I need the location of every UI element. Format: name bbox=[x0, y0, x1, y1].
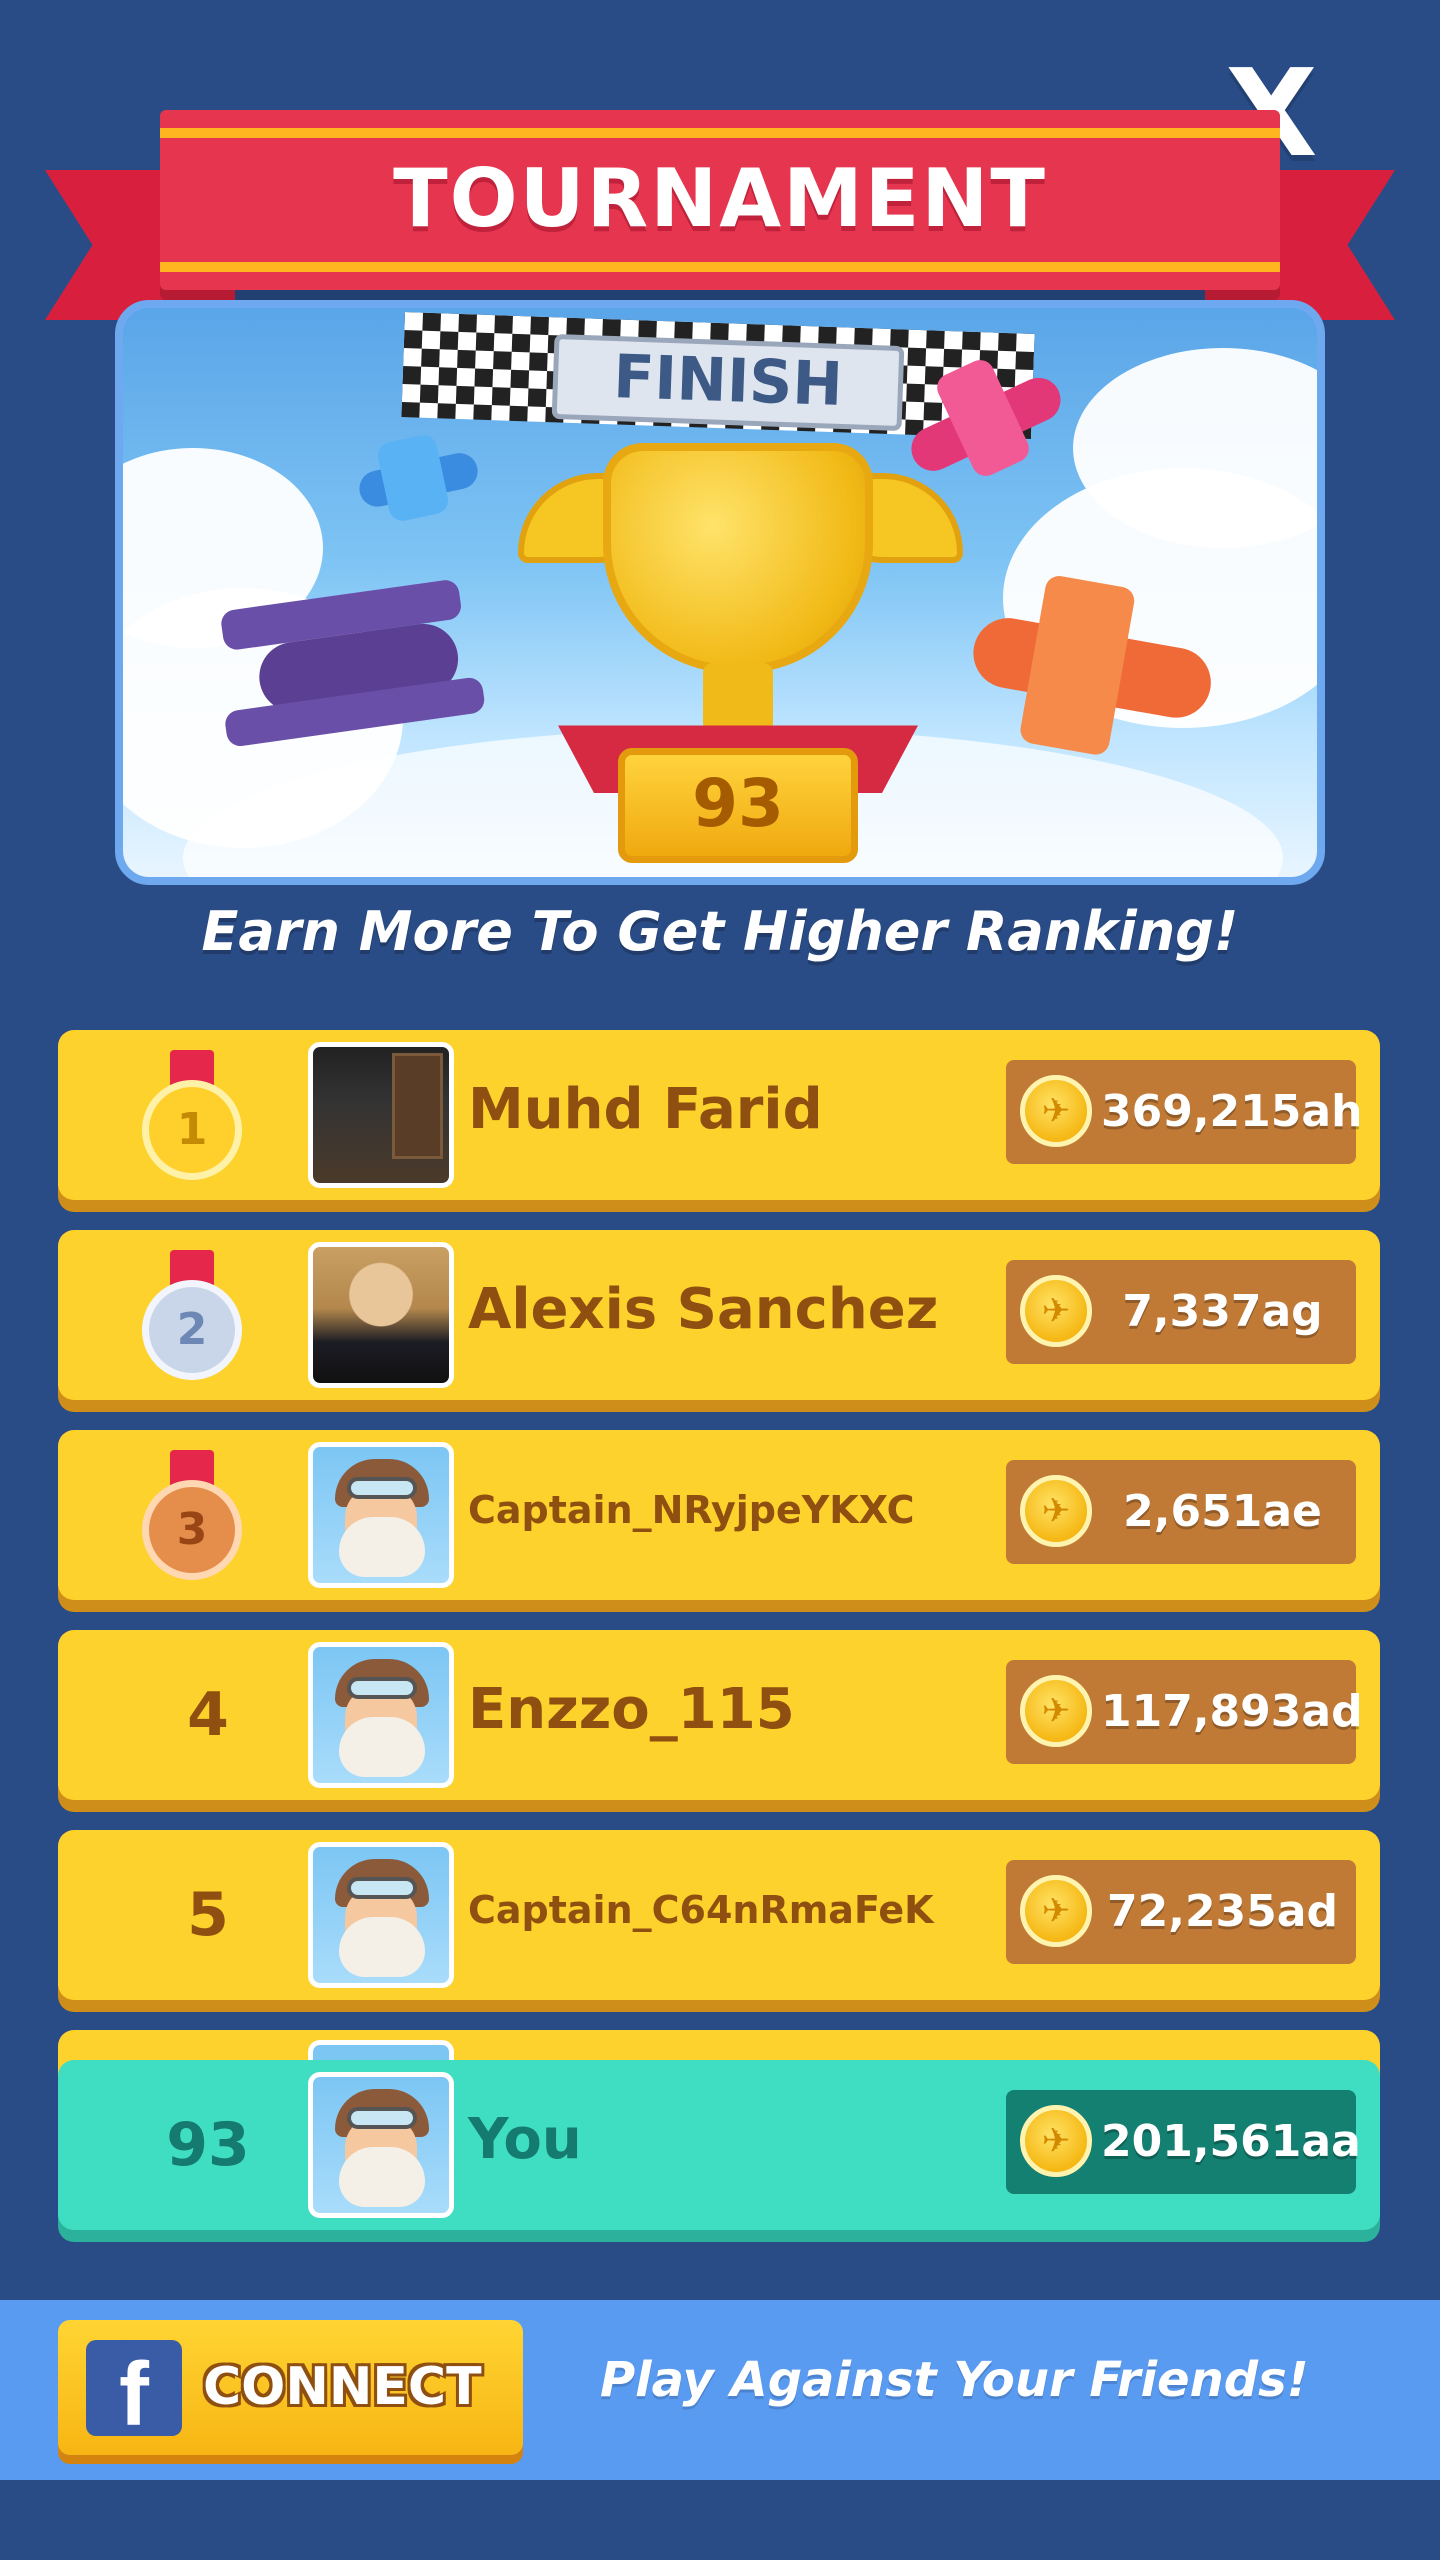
rank-number: 4 bbox=[187, 1680, 229, 1750]
connect-label: CONNECT bbox=[203, 2357, 482, 2417]
player-name: Captain_NRyjpeYKXC bbox=[468, 1488, 915, 1532]
coin-icon: ✈ bbox=[1020, 2105, 1092, 2177]
coin-icon: ✈ bbox=[1020, 1875, 1092, 1947]
avatar bbox=[308, 1242, 454, 1388]
blue-plane-icon bbox=[330, 418, 495, 537]
score-value: 7,337ag bbox=[1122, 1286, 1323, 1337]
player-name: Captain_C64nRmaFeK bbox=[468, 1888, 934, 1932]
facebook-connect-button[interactable]: f CONNECT bbox=[58, 2320, 523, 2455]
score-badge: ✈ 72,235ad bbox=[1006, 1860, 1356, 1964]
coin-icon: ✈ bbox=[1020, 1075, 1092, 1147]
avatar bbox=[308, 1442, 454, 1588]
player-name: Muhd Farid bbox=[468, 1077, 823, 1142]
avatar bbox=[308, 2072, 454, 2218]
finish-label: FINISH bbox=[551, 333, 905, 432]
silver-medal-icon: 2 bbox=[142, 1250, 242, 1380]
score-badge: ✈ 369,215ah bbox=[1006, 1060, 1363, 1164]
score-value: 201,561aa bbox=[1101, 2116, 1361, 2167]
score-badge: ✈ 7,337ag bbox=[1006, 1260, 1356, 1364]
your-rank-row[interactable]: 93 You ✈ 201,561aa bbox=[58, 2060, 1380, 2230]
facebook-icon: f bbox=[86, 2340, 182, 2436]
coin-icon: ✈ bbox=[1020, 1475, 1092, 1547]
player-name: Enzzo_115 bbox=[468, 1677, 795, 1742]
score-badge: ✈ 2,651ae bbox=[1006, 1460, 1356, 1564]
leaderboard-row[interactable]: 3 Captain_NRyjpeYKXC ✈ 2,651ae bbox=[58, 1430, 1380, 1600]
player-name: Alexis Sanchez bbox=[468, 1277, 939, 1342]
purple-biplane-icon bbox=[207, 554, 509, 771]
friends-prompt: Play Against Your Friends! bbox=[600, 2352, 1309, 2408]
trophy-icon bbox=[603, 443, 873, 673]
rank-number: 5 bbox=[187, 1880, 229, 1950]
footer-bar: f CONNECT Play Against Your Friends! bbox=[0, 2300, 1440, 2480]
score-badge: ✈ 117,893ad bbox=[1006, 1660, 1363, 1764]
tournament-illustration: FINISH 93 bbox=[115, 300, 1325, 885]
score-value: 117,893ad bbox=[1101, 1686, 1363, 1737]
bronze-medal-icon: 3 bbox=[142, 1450, 242, 1580]
score-value: 72,235ad bbox=[1107, 1886, 1338, 1937]
page-title: TOURNAMENT bbox=[393, 152, 1047, 245]
avatar bbox=[308, 1642, 454, 1788]
leaderboard-row[interactable]: 1 Muhd Farid ✈ 369,215ah bbox=[58, 1030, 1380, 1200]
coin-icon: ✈ bbox=[1020, 1675, 1092, 1747]
ribbon: TOURNAMENT bbox=[160, 110, 1280, 290]
score-badge: ✈ 201,561aa bbox=[1006, 2090, 1361, 2194]
rank-number: 93 bbox=[166, 2110, 250, 2180]
avatar bbox=[308, 1842, 454, 1988]
trophy-rank-plaque: 93 bbox=[618, 748, 858, 863]
avatar bbox=[308, 1042, 454, 1188]
player-name: You bbox=[468, 2107, 582, 2172]
leaderboard-row[interactable]: 5 Captain_C64nRmaFeK ✈ 72,235ad bbox=[58, 1830, 1380, 2000]
score-value: 369,215ah bbox=[1101, 1086, 1363, 1137]
leaderboard-row[interactable]: 2 Alexis Sanchez ✈ 7,337ag bbox=[58, 1230, 1380, 1400]
coin-icon: ✈ bbox=[1020, 1275, 1092, 1347]
gold-medal-icon: 1 bbox=[142, 1050, 242, 1180]
score-value: 2,651ae bbox=[1123, 1486, 1322, 1537]
leaderboard-row[interactable]: 4 Enzzo_115 ✈ 117,893ad bbox=[58, 1630, 1380, 1800]
ranking-subtitle: Earn More To Get Higher Ranking! bbox=[201, 900, 1239, 963]
